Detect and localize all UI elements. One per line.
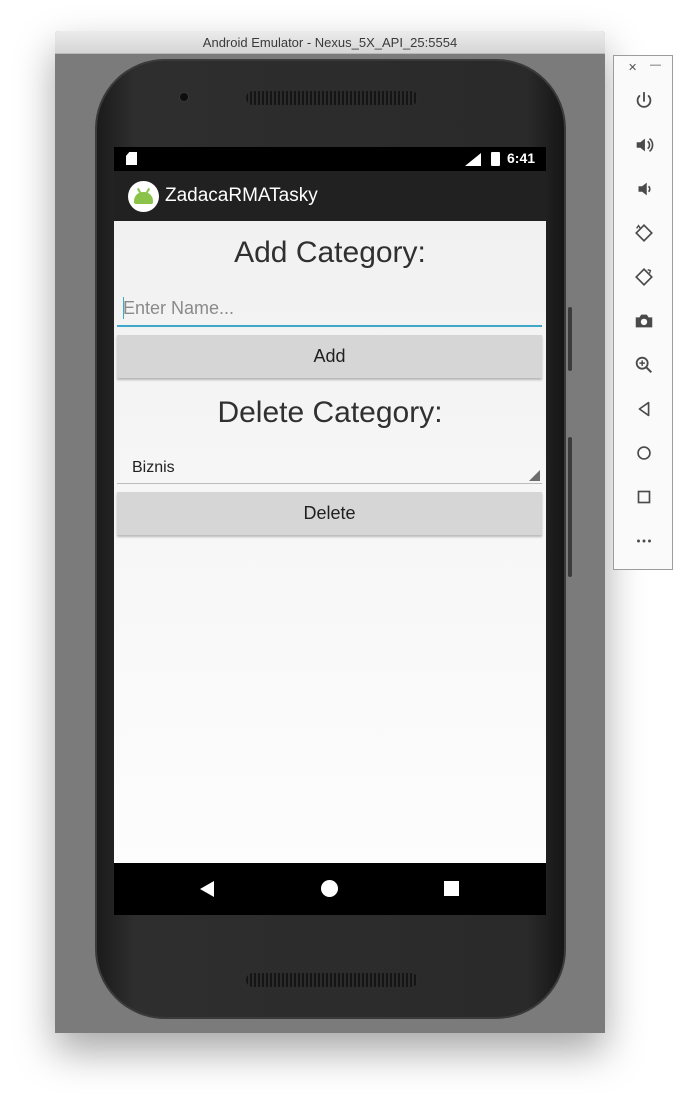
app-logo-icon [128, 181, 159, 212]
screen-root: { "window": { "title": "Android Emulator… [0, 0, 673, 1113]
delete-category-heading: Delete Category: [217, 396, 443, 429]
front-camera [179, 92, 189, 102]
more-icon[interactable] [628, 528, 660, 554]
text-cursor [123, 297, 124, 319]
side-button-power [568, 307, 572, 371]
emulator-control-panel: ✕ — [613, 55, 673, 570]
overview-icon[interactable] [628, 484, 660, 510]
status-time: 6:41 [507, 150, 536, 166]
delete-button[interactable]: Delete [117, 492, 542, 535]
bottom-speaker [246, 973, 418, 987]
rotate-left-icon[interactable] [628, 220, 660, 246]
nav-home-icon[interactable] [321, 880, 338, 897]
close-icon[interactable]: ✕ [628, 61, 637, 74]
add-category-heading: Add Category: [234, 236, 426, 269]
dropdown-arrow-icon [529, 470, 540, 481]
sd-card-icon [126, 152, 137, 165]
category-name-input[interactable] [117, 291, 542, 327]
navigation-bar [114, 863, 546, 915]
side-button-volume [568, 437, 572, 577]
volume-down-icon[interactable] [628, 176, 660, 202]
main-content: Add Category: Add Delete Category: Bizni… [114, 221, 546, 863]
battery-icon [491, 152, 500, 166]
home-icon[interactable] [628, 440, 660, 466]
nav-recents-icon[interactable] [444, 881, 459, 896]
category-spinner[interactable]: Biznis [117, 451, 542, 484]
rotate-right-icon[interactable] [628, 264, 660, 290]
window-title: Android Emulator - Nexus_5X_API_25:5554 [55, 31, 605, 54]
add-button[interactable]: Add [117, 335, 542, 378]
power-icon[interactable] [628, 88, 660, 114]
app-bar: ZadacaRMATasky [114, 171, 546, 221]
status-bar: 4G 6:41 [114, 147, 546, 171]
camera-icon[interactable] [628, 308, 660, 334]
back-icon[interactable] [628, 396, 660, 422]
earpiece-speaker [246, 91, 418, 105]
app-title: ZadacaRMATasky [165, 185, 318, 206]
volume-up-icon[interactable] [628, 132, 660, 158]
minimize-icon[interactable]: — [650, 59, 661, 71]
zoom-icon[interactable] [628, 352, 660, 378]
device-screen: 4G 6:41 ZadacaRMATasky Add Category: Add… [114, 147, 546, 915]
nav-back-icon[interactable] [200, 881, 214, 897]
network-type: 4G [464, 152, 475, 161]
spinner-selected-value: Biznis [132, 459, 175, 476]
